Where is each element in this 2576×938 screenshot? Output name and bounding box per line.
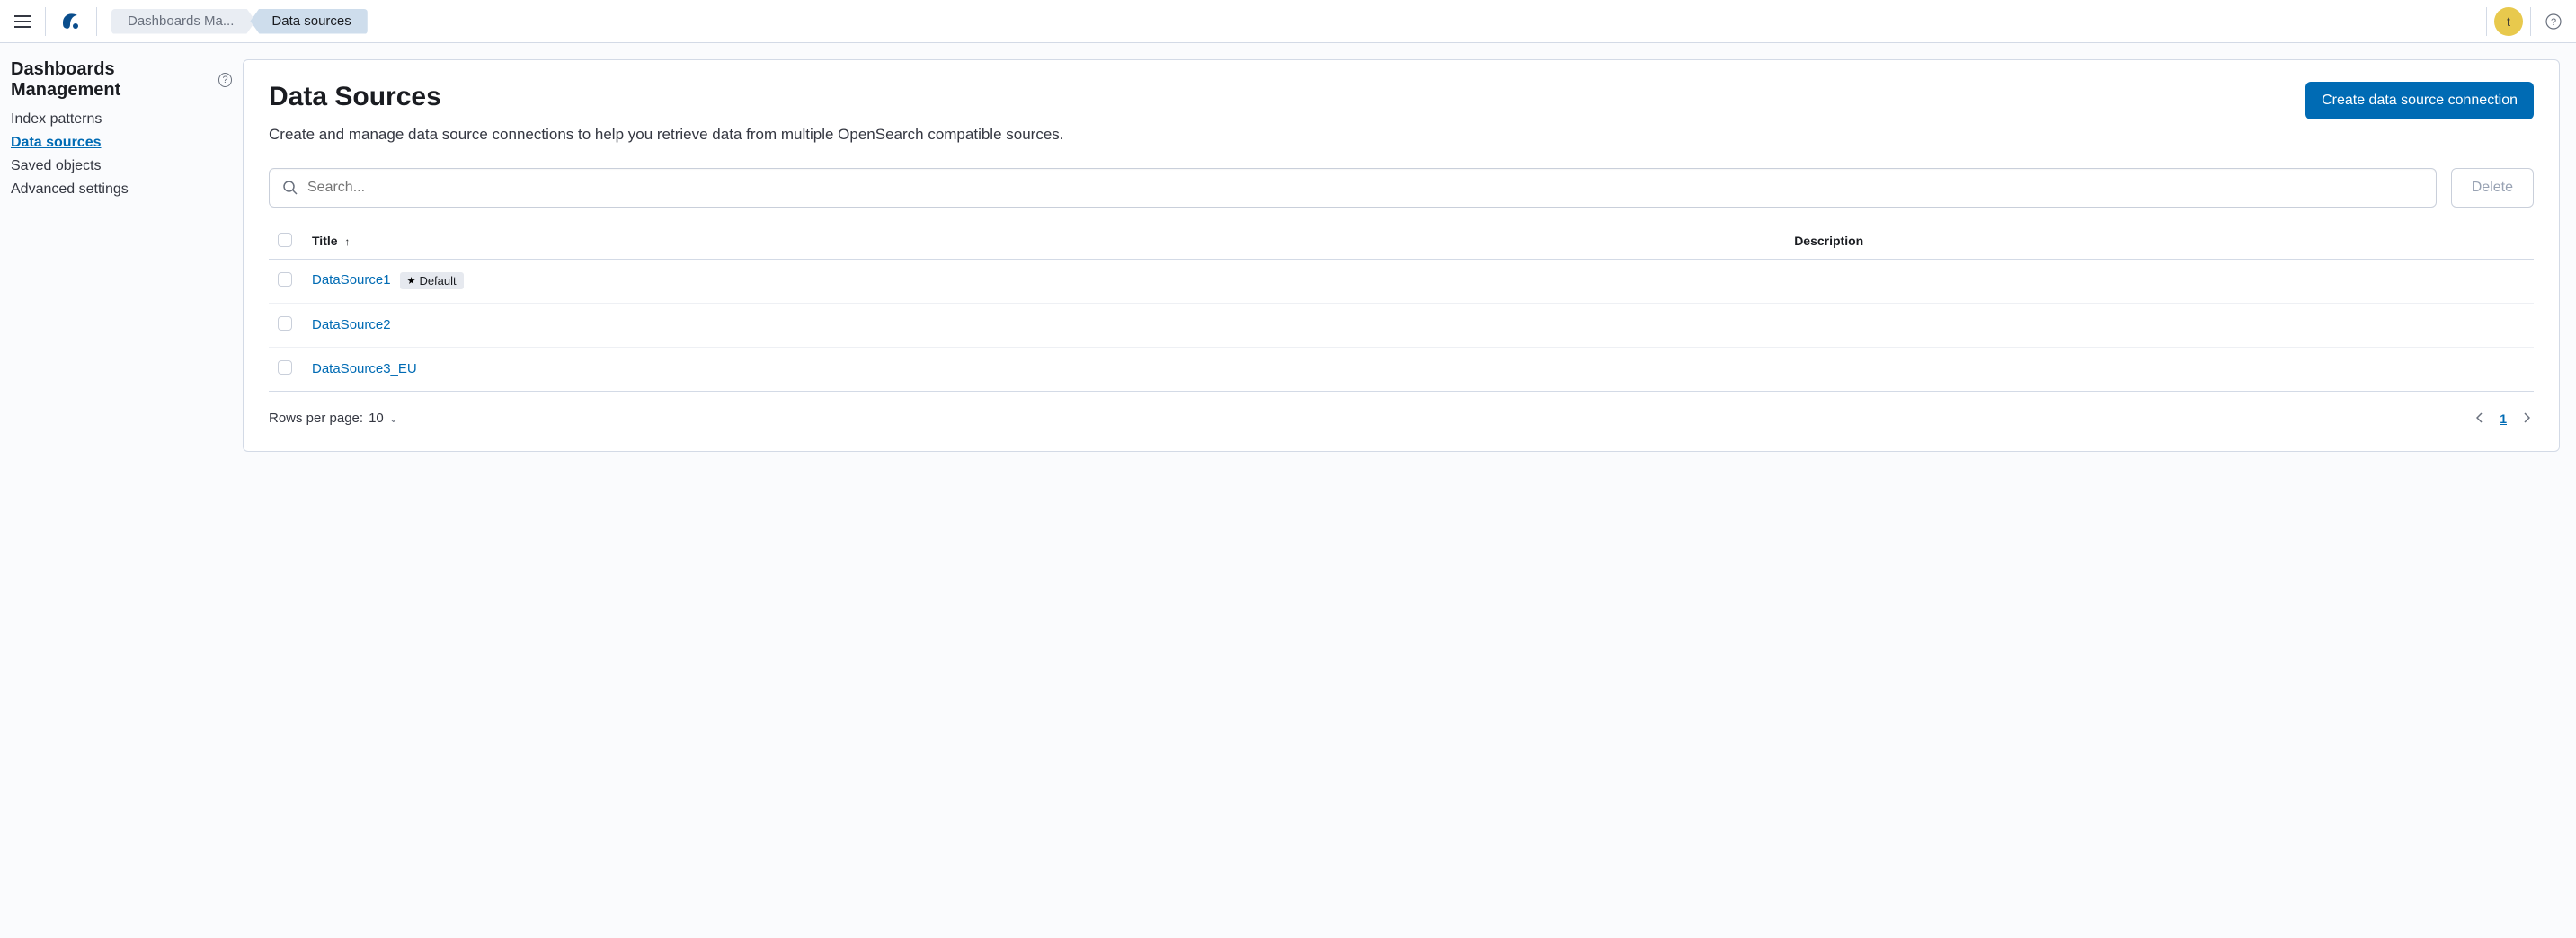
prev-page-button[interactable]	[2473, 408, 2487, 429]
main-header: Data Sources Create and manage data sour…	[269, 82, 2534, 146]
chevron-left-icon	[2476, 412, 2483, 423]
top-bar-right: t ?	[2479, 6, 2569, 37]
row-title-cell: DataSource3_EU	[305, 347, 1787, 391]
default-badge: ★Default	[400, 272, 464, 289]
rows-per-page-label: Rows per page:	[269, 411, 363, 426]
search-icon	[282, 180, 298, 196]
data-source-link[interactable]: DataSource2	[312, 317, 391, 332]
pagination: 1	[2473, 408, 2534, 429]
sidebar-nav: Index patterns Data sources Saved object…	[11, 111, 232, 198]
top-bar-left: Dashboards Ma... Data sources	[7, 6, 2479, 37]
sidebar-item-index-patterns[interactable]: Index patterns	[11, 111, 232, 128]
search-box[interactable]	[269, 168, 2437, 208]
sidebar-help-button[interactable]: ?	[218, 73, 232, 87]
table-row: DataSource3_EU	[269, 347, 2534, 391]
chevron-down-icon: ⌄	[389, 412, 398, 425]
default-badge-label: Default	[419, 274, 456, 288]
search-row: Delete	[269, 168, 2534, 208]
sidebar-item-advanced-settings[interactable]: Advanced settings	[11, 181, 232, 198]
chevron-right-icon	[2523, 412, 2530, 423]
sidebar-title: Dashboards Management	[11, 59, 211, 101]
sort-ascending-icon: ↑	[344, 235, 350, 248]
top-bar: Dashboards Ma... Data sources t ?	[0, 0, 2576, 43]
data-source-link[interactable]: DataSource1	[312, 272, 391, 288]
breadcrumb-parent[interactable]: Dashboards Ma...	[111, 9, 255, 34]
rows-per-page-value: 10	[369, 411, 384, 426]
row-description-cell	[1787, 303, 2534, 347]
page-description: Create and manage data source connection…	[269, 123, 1078, 146]
next-page-button[interactable]	[2519, 408, 2534, 429]
main-header-text: Data Sources Create and manage data sour…	[269, 82, 1078, 146]
table-header-row: Title ↑ Description	[269, 224, 2534, 260]
divider	[2530, 7, 2531, 36]
help-icon: ?	[2545, 13, 2562, 30]
delete-button[interactable]: Delete	[2451, 168, 2534, 208]
row-checkbox[interactable]	[278, 316, 292, 331]
divider	[2486, 7, 2487, 36]
rows-per-page-selector[interactable]: Rows per page: 10 ⌄	[269, 411, 398, 426]
row-checkbox-cell	[269, 259, 305, 303]
select-all-header	[269, 224, 305, 260]
row-checkbox-cell	[269, 303, 305, 347]
column-header-title-label: Title	[312, 234, 338, 248]
row-title-cell: DataSource1 ★Default	[305, 259, 1787, 303]
row-checkbox[interactable]	[278, 272, 292, 287]
sidebar-title-row: Dashboards Management ?	[11, 59, 232, 101]
page-title: Data Sources	[269, 82, 1078, 112]
main-panel: Data Sources Create and manage data sour…	[243, 59, 2560, 452]
row-checkbox-cell	[269, 347, 305, 391]
svg-text:?: ?	[2551, 17, 2556, 28]
column-header-description[interactable]: Description	[1787, 224, 2534, 260]
row-checkbox[interactable]	[278, 360, 292, 375]
app-body: Dashboards Management ? Index patterns D…	[0, 43, 2576, 468]
select-all-checkbox[interactable]	[278, 233, 292, 247]
divider	[45, 7, 46, 36]
table-footer: Rows per page: 10 ⌄ 1	[269, 392, 2534, 429]
sidebar: Dashboards Management ? Index patterns D…	[0, 43, 243, 468]
star-icon: ★	[407, 275, 416, 287]
column-header-title[interactable]: Title ↑	[305, 224, 1787, 260]
search-input[interactable]	[307, 180, 2423, 196]
divider	[96, 7, 97, 36]
help-button[interactable]: ?	[2538, 6, 2569, 37]
row-description-cell	[1787, 347, 2534, 391]
page-number-current[interactable]: 1	[2500, 411, 2507, 426]
sidebar-item-saved-objects[interactable]: Saved objects	[11, 158, 232, 174]
hamburger-icon	[14, 15, 31, 28]
create-data-source-button[interactable]: Create data source connection	[2305, 82, 2534, 119]
data-source-link[interactable]: DataSource3_EU	[312, 361, 417, 376]
breadcrumb: Dashboards Ma... Data sources	[111, 9, 368, 34]
table-row: DataSource1 ★Default	[269, 259, 2534, 303]
user-avatar[interactable]: t	[2494, 7, 2523, 36]
hamburger-menu-button[interactable]	[7, 6, 38, 37]
opensearch-logo-icon	[59, 10, 83, 33]
row-title-cell: DataSource2	[305, 303, 1787, 347]
data-sources-table: Title ↑ Description DataSource1★DefaultD…	[269, 224, 2534, 392]
app-logo[interactable]	[57, 7, 85, 36]
table-row: DataSource2	[269, 303, 2534, 347]
row-description-cell	[1787, 259, 2534, 303]
breadcrumb-current: Data sources	[250, 9, 367, 34]
sidebar-item-data-sources[interactable]: Data sources	[11, 135, 232, 151]
